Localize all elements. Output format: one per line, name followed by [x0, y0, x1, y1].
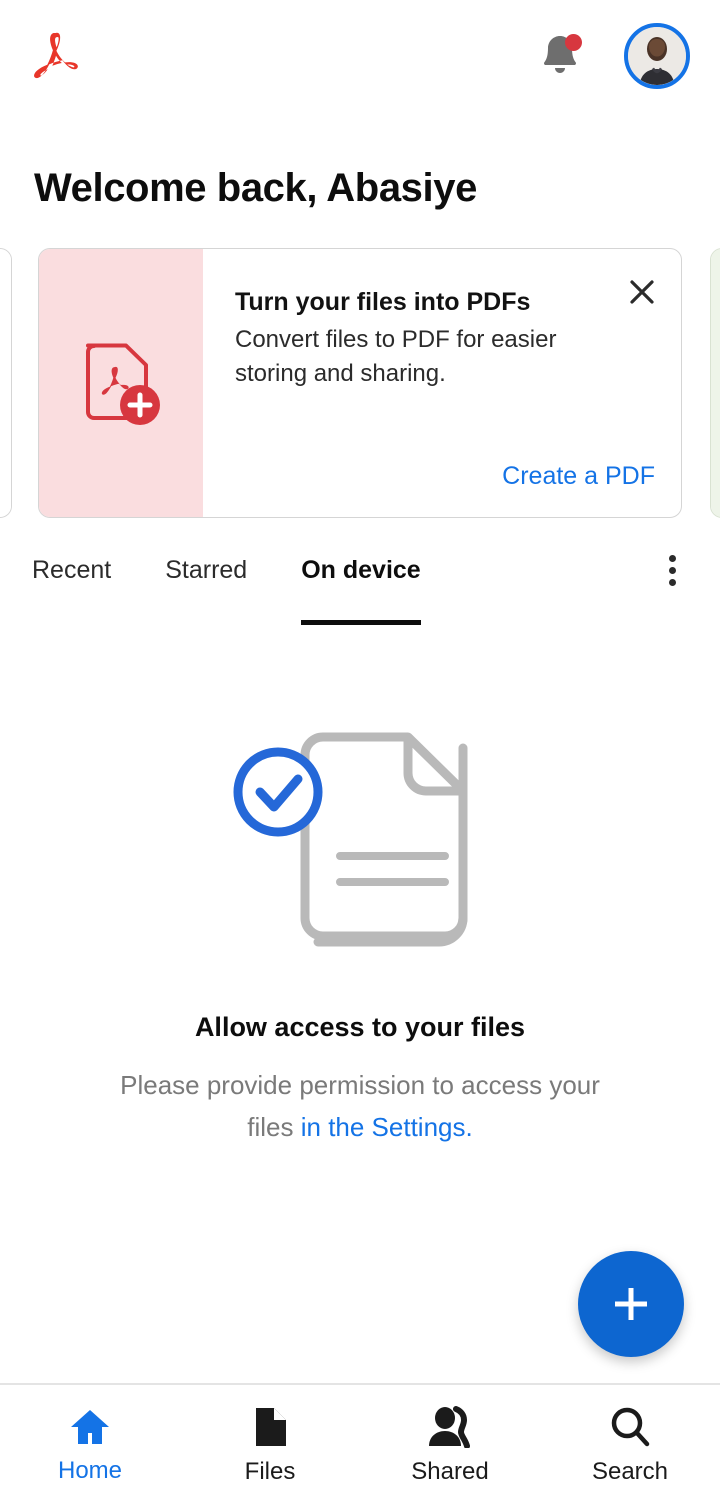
nav-item-files[interactable]: Files: [180, 1406, 360, 1486]
overflow-menu-button[interactable]: [650, 548, 694, 592]
document-check-icon: [233, 732, 468, 947]
promo-close-button[interactable]: [625, 275, 659, 309]
close-icon: [630, 280, 654, 304]
nav-label-home: Home: [57, 1457, 123, 1484]
promo-card-create-pdf[interactable]: Turn your files into PDFs Convert files …: [38, 248, 682, 518]
promo-description: Convert files to PDF for easier storing …: [235, 326, 557, 388]
adobe-acrobat-logo-icon: [34, 28, 86, 84]
nav-label-files: Files: [244, 1458, 296, 1485]
empty-state-text: Please provide permission to access your…: [0, 1065, 720, 1148]
pdf-add-icon: [86, 343, 160, 425]
promo-icon-panel: [39, 249, 203, 517]
dot-icon: [668, 578, 676, 586]
file-source-tabs: Recent Starred On device: [0, 554, 720, 640]
app-header: [0, 0, 720, 112]
promo-card-previous-panel: [0, 249, 11, 517]
notifications-button[interactable]: [532, 28, 588, 84]
promo-carousel[interactable]: Turn your files into PDFs Convert files …: [0, 248, 720, 520]
notification-badge-dot: [565, 34, 582, 51]
file-icon: [256, 1408, 286, 1446]
nav-label-search: Search: [591, 1458, 669, 1485]
create-pdf-link[interactable]: Create a PDF: [502, 462, 655, 491]
avatar-photo: [628, 27, 686, 85]
dot-icon: [668, 566, 676, 574]
tab-on-device[interactable]: On device: [301, 556, 421, 625]
dot-icon: [668, 554, 676, 562]
plus-icon: [615, 1288, 647, 1320]
promo-card-next-panel: [711, 249, 720, 517]
empty-state-illustration: [0, 670, 720, 970]
promo-card-previous[interactable]: [0, 248, 12, 518]
settings-link[interactable]: in the Settings.: [301, 1112, 473, 1142]
create-fab-button[interactable]: [578, 1251, 684, 1357]
avatar[interactable]: [624, 23, 690, 89]
promo-card-next[interactable]: [710, 248, 720, 518]
nav-item-search[interactable]: Search: [540, 1406, 720, 1486]
tab-starred[interactable]: Starred: [165, 556, 247, 589]
promo-title: Turn your files into PDFs: [235, 288, 531, 316]
search-icon: [611, 1407, 650, 1447]
nav-label-shared: Shared: [411, 1458, 489, 1485]
empty-state-title: Allow access to your files: [194, 1012, 526, 1042]
empty-state: Allow access to your files Please provid…: [0, 670, 720, 1148]
nav-item-shared[interactable]: Shared: [360, 1406, 540, 1486]
page-title: Welcome back, Abasiye: [34, 166, 477, 210]
promo-card-body: Turn your files into PDFs Convert files …: [203, 249, 681, 517]
nav-item-home[interactable]: Home: [0, 1407, 180, 1485]
tab-recent[interactable]: Recent: [32, 556, 111, 589]
people-icon: [429, 1406, 470, 1448]
bottom-navigation: Home Files Shared Search: [0, 1383, 720, 1507]
home-icon: [71, 1410, 109, 1444]
